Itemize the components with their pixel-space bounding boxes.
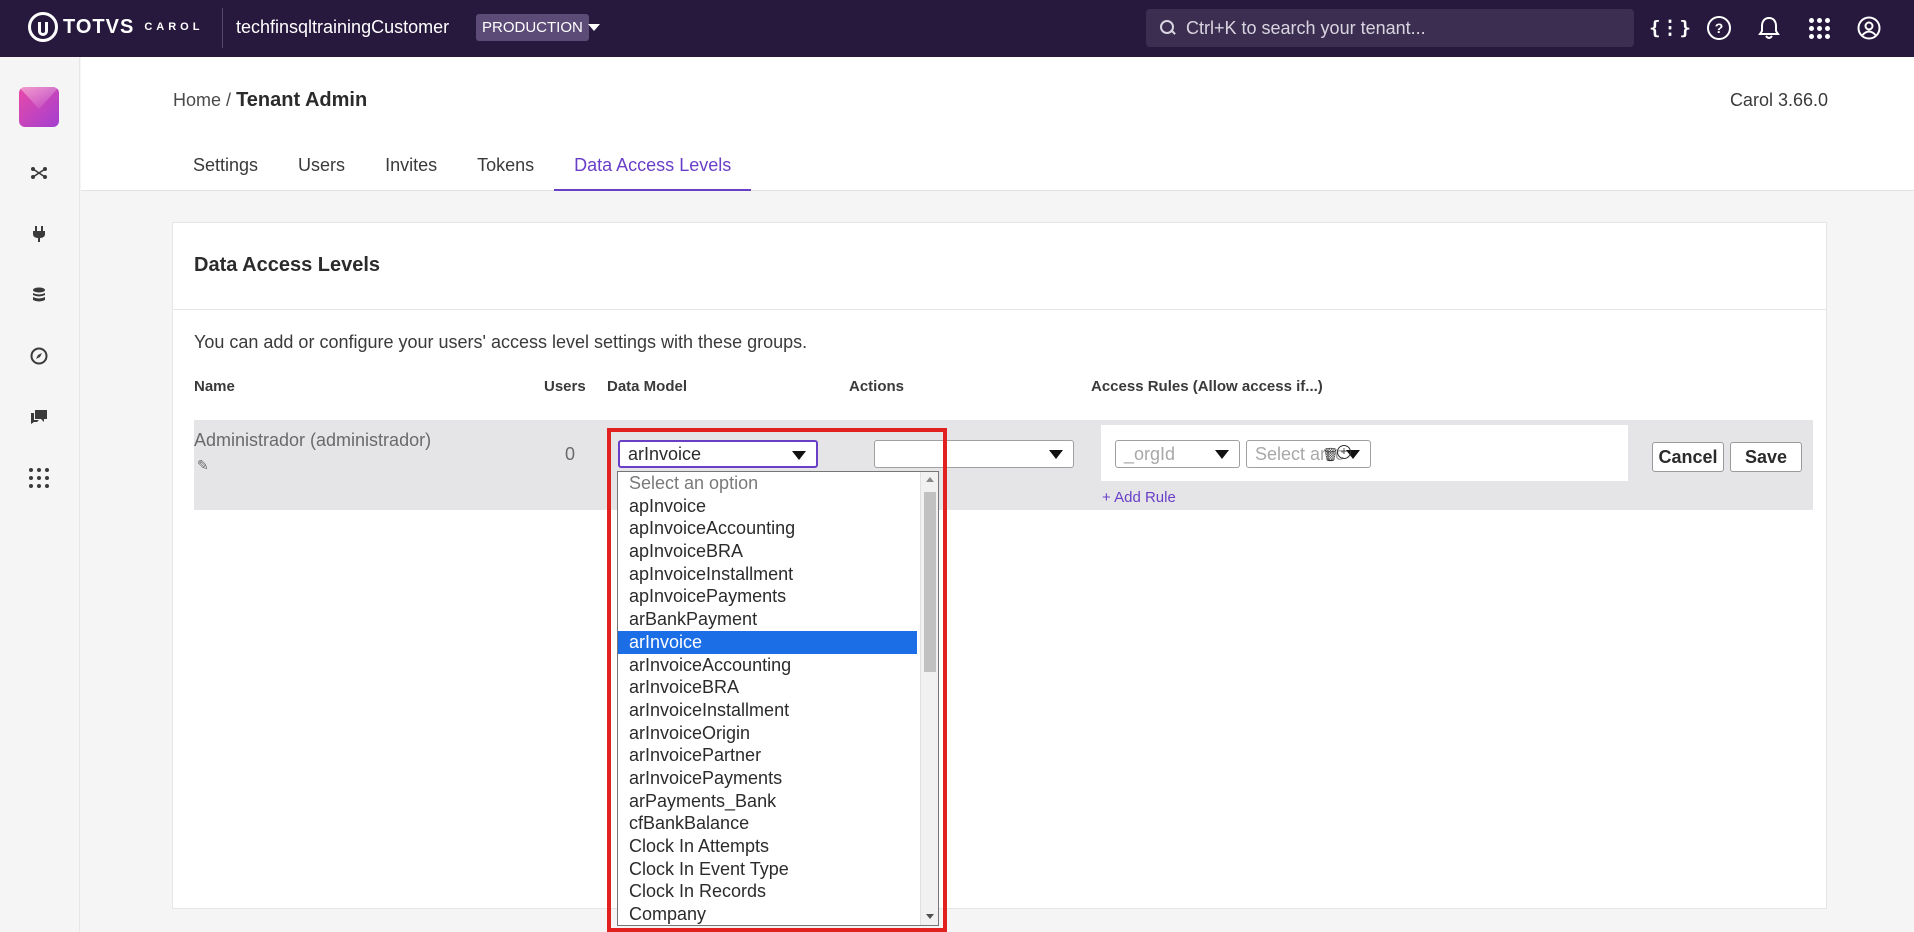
- dropdown-scrollbar[interactable]: [920, 472, 938, 925]
- api-icon[interactable]: {⋮}: [1649, 14, 1691, 42]
- users-count: 0: [565, 444, 576, 464]
- save-button[interactable]: Save: [1730, 442, 1802, 472]
- topbar-divider: [222, 8, 223, 48]
- database-icon[interactable]: [28, 284, 50, 306]
- card-description: You can add or configure your users' acc…: [194, 332, 808, 352]
- dropdown-option[interactable]: arInvoiceInstallment: [618, 699, 917, 722]
- rule-value-select[interactable]: Select an c: [1246, 440, 1371, 468]
- dropdown-option[interactable]: arInvoiceOrigin: [618, 722, 917, 745]
- data-access-levels-card: Data Access Levels You can add or config…: [172, 222, 1827, 909]
- tab-settings[interactable]: Settings: [173, 145, 278, 191]
- dropdown-option[interactable]: apInvoicePayments: [618, 585, 917, 608]
- dropdown-option[interactable]: arInvoiceBRA: [618, 676, 917, 699]
- column-header-access-rules: Access Rules (Allow access if...): [1091, 378, 1323, 395]
- data-model-dropdown-list[interactable]: Select an option apInvoice apInvoiceAcco…: [617, 471, 939, 926]
- tenant-name[interactable]: techfinsqltrainingCustomer: [236, 17, 449, 38]
- dropdown-option[interactable]: Clock In Attempts: [618, 835, 917, 858]
- plug-icon[interactable]: [28, 223, 50, 245]
- dropdown-option[interactable]: apInvoiceAccounting: [618, 517, 917, 540]
- dropdown-option[interactable]: arInvoicePayments: [618, 767, 917, 790]
- environment-badge[interactable]: PRODUCTION: [476, 14, 589, 41]
- dropdown-option[interactable]: apInvoiceBRA: [618, 540, 917, 563]
- actions-select[interactable]: [874, 440, 1074, 468]
- connector-icon[interactable]: [28, 162, 50, 184]
- rule-field-placeholder: _orgId: [1124, 444, 1176, 464]
- plus-circle-icon[interactable]: +: [1337, 445, 1351, 459]
- tab-bar: Settings Users Invites Tokens Data Acces…: [173, 145, 752, 191]
- user-icon[interactable]: [1855, 14, 1883, 42]
- rule-field-select[interactable]: _orgId: [1115, 440, 1240, 468]
- chevron-down-icon: [792, 451, 806, 460]
- column-header-data-model: Data Model: [607, 378, 688, 395]
- breadcrumb-separator: /: [226, 90, 232, 110]
- search-icon: [1160, 20, 1176, 36]
- tab-data-access-levels[interactable]: Data Access Levels: [554, 145, 752, 191]
- top-bar: TOTVS CAROL techfinsqltrainingCustomer P…: [0, 0, 1914, 57]
- data-model-value: arInvoice: [628, 444, 702, 464]
- group-name: Administrador (administrador): [194, 430, 432, 450]
- chevron-down-icon: [1049, 450, 1063, 459]
- dropdown-option[interactable]: Company: [618, 903, 917, 925]
- logo-text: TOTVS: [63, 15, 135, 38]
- dropdown-option[interactable]: arPayments_Bank: [618, 790, 917, 813]
- version-label: Carol 3.66.0: [1729, 90, 1828, 110]
- tab-tokens[interactable]: Tokens: [457, 145, 554, 191]
- chat-icon[interactable]: [28, 406, 50, 428]
- chevron-down-icon[interactable]: [588, 24, 600, 31]
- add-rule-link[interactable]: + Add Rule: [1102, 489, 1176, 506]
- dropdown-option[interactable]: arInvoiceAccounting: [618, 654, 917, 677]
- breadcrumb: Home / Tenant Admin: [173, 89, 367, 112]
- data-model-select[interactable]: arInvoice: [618, 440, 818, 468]
- card-title: Data Access Levels: [194, 254, 381, 276]
- dropdown-option[interactable]: arBankPayment: [618, 608, 917, 631]
- main-content: Home / Tenant Admin Carol 3.66.0 Setting…: [81, 57, 1914, 932]
- logo-mark-icon: [28, 12, 58, 42]
- apps-icon[interactable]: [28, 467, 50, 489]
- column-header-users: Users: [544, 378, 586, 395]
- page-title: Tenant Admin: [236, 89, 368, 111]
- chevron-down-icon: [1215, 450, 1229, 459]
- dropdown-option[interactable]: cfBankBalance: [618, 812, 917, 835]
- dropdown-option[interactable]: Select an option: [618, 472, 917, 495]
- dropdown-option[interactable]: arInvoicePartner: [618, 744, 917, 767]
- breadcrumb-home[interactable]: Home: [173, 90, 221, 110]
- column-header-actions: Actions: [849, 378, 905, 395]
- totvs-logo[interactable]: TOTVS CAROL: [28, 12, 203, 42]
- apps-grid-icon[interactable]: [1805, 14, 1833, 42]
- dropdown-option-selected[interactable]: arInvoice: [618, 630, 917, 654]
- dropdown-option[interactable]: apInvoice: [618, 495, 917, 518]
- scroll-down-arrow-icon[interactable]: [926, 914, 934, 919]
- scroll-up-arrow-icon[interactable]: [926, 477, 934, 482]
- bell-icon[interactable]: [1755, 14, 1783, 42]
- help-icon[interactable]: ?: [1705, 14, 1733, 42]
- cancel-button[interactable]: Cancel: [1652, 442, 1724, 472]
- compass-icon[interactable]: [28, 345, 50, 367]
- page-header: Home / Tenant Admin Carol 3.66.0 Setting…: [81, 57, 1914, 191]
- dropdown-option[interactable]: Clock In Event Type: [618, 858, 917, 881]
- logo-subtext: CAROL: [144, 21, 204, 33]
- edit-pencil-icon[interactable]: ✎: [197, 457, 209, 474]
- left-sidebar: [0, 57, 80, 932]
- table-row: Administrador (administrador) ✎ 0 arInvo…: [194, 420, 1813, 510]
- trash-icon[interactable]: 🗑: [1322, 447, 1339, 463]
- dropdown-option[interactable]: Clock In Records: [618, 880, 917, 903]
- column-header-name: Name: [194, 378, 235, 395]
- scroll-thumb[interactable]: [924, 492, 936, 672]
- app-logo[interactable]: [19, 87, 59, 127]
- tab-invites[interactable]: Invites: [365, 145, 457, 191]
- divider: [173, 309, 1826, 310]
- dropdown-option[interactable]: apInvoiceInstallment: [618, 563, 917, 586]
- tab-users[interactable]: Users: [278, 145, 365, 191]
- search-input[interactable]: Ctrl+K to search your tenant...: [1146, 9, 1634, 47]
- search-placeholder: Ctrl+K to search your tenant...: [1186, 17, 1426, 38]
